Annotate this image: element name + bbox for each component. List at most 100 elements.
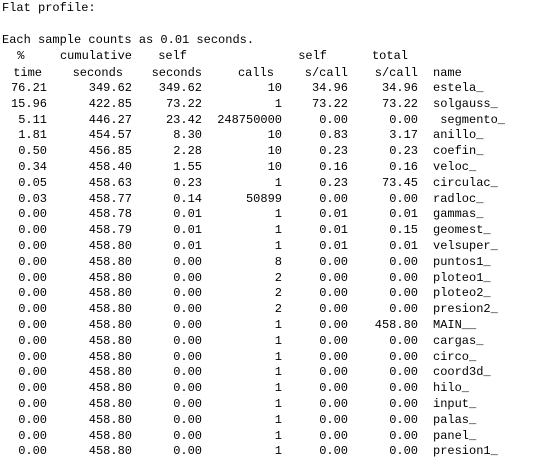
cell-function-name: circo_ xyxy=(433,349,477,364)
cell-function-name: solgauss_ xyxy=(433,96,498,111)
cell-self-seconds: 349.62 xyxy=(158,81,202,95)
cell-self-seconds: 73.22 xyxy=(165,96,202,111)
cell-function-name: gammas_ xyxy=(433,207,484,222)
cell-cumulative-seconds: 422.85 xyxy=(88,96,132,111)
cell-total-scall: 0.16 xyxy=(389,159,418,174)
cell-self-seconds: 0.00 xyxy=(173,317,202,332)
table-row: 1.81 454.57 8.30 10 0.83 3.17 anillo_ xyxy=(2,128,537,144)
cell-self-scall: 0.23 xyxy=(319,175,348,190)
header-calls: calls xyxy=(237,65,274,80)
cell-percent-time: 0.00 xyxy=(18,428,47,443)
cell-self-seconds: 0.00 xyxy=(173,444,202,459)
cell-cumulative-seconds: 458.80 xyxy=(88,238,132,253)
cell-calls: 1 xyxy=(274,349,282,364)
cell-calls: 1 xyxy=(274,428,282,443)
cell-percent-time: 1.81 xyxy=(18,128,47,143)
table-row: 0.00 458.80 0.00 1 0.00 0.00 hilo_ xyxy=(2,381,537,397)
cell-cumulative-seconds: 456.85 xyxy=(88,144,132,159)
cell-cumulative-seconds: 458.79 xyxy=(88,223,132,238)
cell-function-name: hilo_ xyxy=(433,381,470,396)
cell-total-scall: 0.00 xyxy=(389,286,418,301)
cell-cumulative-seconds: 458.80 xyxy=(88,365,132,380)
cell-percent-time: 0.00 xyxy=(18,365,47,380)
cell-calls: 1 xyxy=(274,96,282,111)
cell-calls: 1 xyxy=(274,317,282,332)
cell-calls: 10 xyxy=(267,81,282,95)
table-row: 0.00 458.80 0.00 2 0.00 0.00 ploteo1_ xyxy=(2,271,537,287)
cell-percent-time: 0.00 xyxy=(18,444,47,459)
cell-self-scall: 0.00 xyxy=(319,365,348,380)
cell-self-seconds: 0.00 xyxy=(173,270,202,285)
sample-note: Each sample counts as 0.01 seconds. xyxy=(2,33,255,47)
table-row: 0.00 458.79 0.01 1 0.01 0.15 geomest_ xyxy=(2,223,537,239)
cell-function-name: MAIN__ xyxy=(433,317,477,332)
cell-self-seconds: 0.00 xyxy=(173,349,202,364)
cell-self-scall: 0.00 xyxy=(319,381,348,396)
table-row: 0.00 458.80 0.00 1 0.00 0.00 circo_ xyxy=(2,350,537,366)
cell-self-scall: 0.01 xyxy=(319,223,348,238)
cell-calls: 1 xyxy=(274,444,282,459)
table-row: 0.00 458.78 0.01 1 0.01 0.01 gammas_ xyxy=(2,207,537,223)
cell-function-name: panel_ xyxy=(433,428,477,443)
cell-self-seconds: 0.00 xyxy=(173,302,202,317)
cell-self-seconds: 0.00 xyxy=(173,365,202,380)
cell-cumulative-seconds: 458.80 xyxy=(88,333,132,348)
header-scall-self: s/call xyxy=(304,65,348,80)
cell-self-seconds: 0.00 xyxy=(173,254,202,269)
cell-calls: 248750000 xyxy=(217,112,282,127)
cell-function-name: velsuper_ xyxy=(433,238,498,253)
header-name: name xyxy=(433,65,462,80)
table-row: 0.00 458.80 0.00 8 0.00 0.00 puntos1_ xyxy=(2,255,537,271)
cell-calls: 2 xyxy=(274,302,282,317)
table-row: 0.00 458.80 0.00 1 0.00 0.00 panel_ xyxy=(2,429,537,445)
cell-cumulative-seconds: 458.80 xyxy=(88,428,132,443)
cell-function-name: geomest_ xyxy=(433,223,491,238)
cell-function-name: ploteo1_ xyxy=(433,270,491,285)
cell-self-seconds: 0.00 xyxy=(173,428,202,443)
header-self: self xyxy=(158,49,187,63)
cell-cumulative-seconds: 458.40 xyxy=(88,159,132,174)
cell-cumulative-seconds: 458.80 xyxy=(88,302,132,317)
cell-self-seconds: 0.00 xyxy=(173,412,202,427)
cell-self-scall: 0.01 xyxy=(319,207,348,222)
cell-calls: 1 xyxy=(274,175,282,190)
cell-function-name: cargas_ xyxy=(433,333,484,348)
cell-percent-time: 0.00 xyxy=(18,302,47,317)
table-row: 0.00 458.80 0.01 1 0.01 0.01 velsuper_ xyxy=(2,239,537,255)
table-row: 5.11 446.27 23.42 248750000 0.00 0.00 segment… xyxy=(2,113,537,129)
cell-self-seconds: 0.00 xyxy=(173,333,202,348)
cell-self-scall: 0.83 xyxy=(319,128,348,143)
cell-function-name: anillo_ xyxy=(433,128,484,143)
cell-percent-time: 0.00 xyxy=(18,333,47,348)
cell-percent-time: 0.34 xyxy=(18,159,47,174)
cell-self-scall: 0.00 xyxy=(319,191,348,206)
profile-title: Flat profile: xyxy=(2,1,96,15)
cell-self-seconds: 0.00 xyxy=(173,396,202,411)
header-self-scall: self xyxy=(298,49,327,63)
cell-cumulative-seconds: 446.27 xyxy=(88,112,132,127)
table-row: 0.00 458.80 0.00 1 0.00 0.00 presion1_ xyxy=(2,444,537,460)
cell-self-scall: 0.00 xyxy=(319,317,348,332)
cell-percent-time: 0.00 xyxy=(18,317,47,332)
cell-self-seconds: 0.00 xyxy=(173,286,202,301)
cell-self-scall: 0.00 xyxy=(319,428,348,443)
cell-self-scall: 0.00 xyxy=(319,396,348,411)
cell-cumulative-seconds: 458.80 xyxy=(88,270,132,285)
cell-cumulative-seconds: 458.80 xyxy=(88,317,132,332)
cell-self-seconds: 0.01 xyxy=(173,223,202,238)
cell-total-scall: 0.00 xyxy=(389,365,418,380)
cell-self-scall: 0.00 xyxy=(319,286,348,301)
header-seconds-self: seconds xyxy=(151,65,202,80)
cell-self-scall: 0.00 xyxy=(319,112,348,127)
cell-total-scall: 0.00 xyxy=(389,333,418,348)
table-row: 0.00 458.80 0.00 1 0.00 0.00 palas_ xyxy=(2,413,537,429)
cell-self-scall: 0.00 xyxy=(319,349,348,364)
cell-cumulative-seconds: 458.80 xyxy=(88,349,132,364)
cell-total-scall: 0.00 xyxy=(389,412,418,427)
cell-percent-time: 0.00 xyxy=(18,349,47,364)
cell-total-scall: 458.80 xyxy=(374,317,418,332)
cell-percent-time: 0.00 xyxy=(18,207,47,222)
cell-total-scall: 34.96 xyxy=(381,81,418,95)
column-header-row-1: % cumulative self self total xyxy=(2,48,537,65)
